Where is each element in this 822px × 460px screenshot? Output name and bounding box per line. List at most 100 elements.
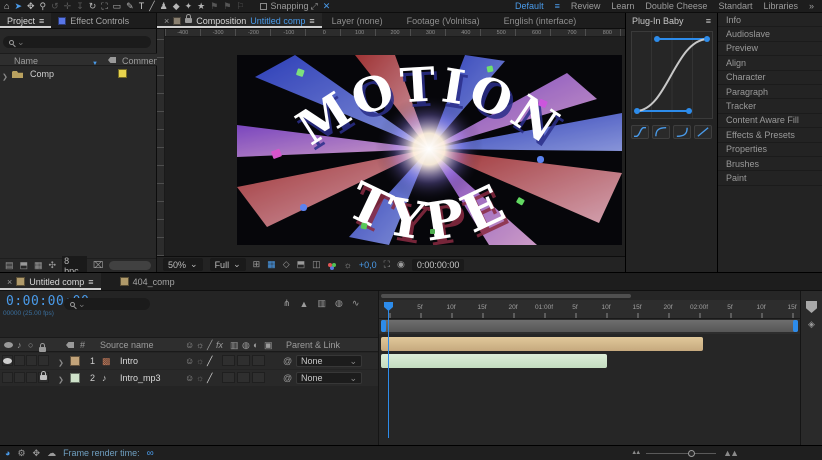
solo-toggle[interactable]	[26, 372, 37, 383]
quality-column-icon[interactable]	[207, 340, 212, 351]
tab-404-comp[interactable]: 404_comp	[113, 273, 182, 290]
mask-visibility-icon[interactable]	[283, 259, 290, 270]
color-settings-icon[interactable]	[49, 260, 57, 271]
switch-cell[interactable]	[222, 372, 235, 383]
close-icon[interactable]	[7, 277, 12, 287]
lock-toggle-icon[interactable]	[40, 358, 47, 363]
switch-cell[interactable]	[237, 355, 250, 366]
timeline-search[interactable]	[64, 298, 150, 310]
tool-icon[interactable]: ⚑	[210, 0, 218, 12]
viewer-tab-item[interactable]: English (interface)	[504, 16, 577, 26]
expander-icon[interactable]	[58, 357, 64, 367]
footage-interpret-icon[interactable]	[5, 260, 14, 271]
render-status-icon[interactable]	[5, 448, 10, 458]
collapse-toggle-icon[interactable]	[196, 373, 204, 383]
comp-mini-flowchart-icon[interactable]	[283, 298, 291, 309]
show-snapshot-icon[interactable]	[397, 259, 405, 270]
dock-panel-item[interactable]: Character	[718, 71, 822, 85]
region-of-interest-icon[interactable]	[297, 259, 306, 270]
linear-preset-button[interactable]	[694, 125, 712, 139]
dock-panel-item[interactable]: Paragraph	[718, 85, 822, 99]
ease-in-preset-button[interactable]	[673, 125, 691, 139]
lock-toggle-icon[interactable]	[40, 375, 47, 380]
expander-icon[interactable]	[58, 374, 64, 384]
label-column-icon[interactable]	[66, 342, 74, 348]
graph-editor-icon[interactable]	[352, 298, 360, 309]
shy-column-icon[interactable]	[185, 340, 194, 350]
switch-cell[interactable]	[252, 355, 265, 366]
transparency-grid-icon[interactable]	[267, 259, 276, 270]
dock-panel-item[interactable]: Audioslave	[718, 27, 822, 41]
workspace-item[interactable]: Review	[571, 1, 601, 11]
tool-icon[interactable]: ♟	[160, 0, 168, 12]
layer-label-swatch[interactable]	[70, 373, 80, 383]
layer-name[interactable]: Intro	[120, 356, 138, 366]
new-composition-icon[interactable]	[34, 260, 43, 271]
layer-row[interactable]: 1 ▩ Intro None	[0, 353, 378, 369]
dock-panel-item[interactable]: Brushes	[718, 157, 822, 171]
motion-blur-column-icon[interactable]	[242, 340, 250, 351]
dock-panel-item[interactable]: Paint	[718, 171, 822, 185]
collapse-toggle-icon[interactable]	[196, 356, 204, 366]
pickwhip-icon[interactable]	[283, 356, 292, 366]
scrollbar-thumb[interactable]	[381, 294, 631, 298]
source-name-column[interactable]: Source name	[100, 340, 154, 350]
eye-toggle-icon[interactable]	[3, 358, 12, 364]
dock-panel-item[interactable]: Info	[718, 13, 822, 27]
parent-dropdown[interactable]: None	[296, 355, 362, 367]
toolbar-icon[interactable]: ✕	[323, 0, 331, 12]
parent-link-column[interactable]: Parent & Link	[286, 340, 340, 350]
lock-icon[interactable]	[185, 18, 192, 23]
tool-icon[interactable]: ⚲	[40, 0, 47, 12]
switch-cell[interactable]	[252, 372, 265, 383]
layer-label-swatch[interactable]	[70, 356, 80, 366]
number-column[interactable]: #	[80, 340, 85, 350]
workspace-item[interactable]: Default	[515, 1, 544, 11]
dock-panel-item[interactable]: Align	[718, 56, 822, 70]
workspace-item[interactable]: ≡	[555, 1, 560, 11]
workspace-item[interactable]: Libraries	[763, 1, 798, 11]
grid-guides-icon[interactable]	[253, 259, 261, 270]
toolbar-icon[interactable]: ⤢	[311, 0, 318, 12]
parent-dropdown[interactable]: None	[296, 372, 362, 384]
tool-icon[interactable]: ↺	[51, 0, 59, 12]
zoom-in-mountain-icon[interactable]: ▲▲	[723, 448, 737, 458]
frame-blending-icon[interactable]	[317, 298, 326, 309]
time-ruler[interactable]: 0f5f10f15f20f01:00f5f10f15f20f02:00f5f10…	[379, 300, 800, 319]
audio-toggle[interactable]	[14, 355, 25, 366]
collapse-column-icon[interactable]	[196, 340, 204, 350]
item-name[interactable]: Comp	[30, 69, 54, 79]
tool-icon[interactable]: ✦	[185, 0, 193, 12]
sort-arrow-icon[interactable]	[92, 57, 98, 67]
label-color-swatch[interactable]	[118, 69, 127, 78]
project-item-row[interactable]: Comp	[0, 67, 157, 82]
panel-menu-icon[interactable]	[88, 277, 93, 287]
zoom-slider-knob[interactable]	[688, 450, 695, 457]
frame-blend-column-icon[interactable]	[230, 340, 239, 351]
draft-3d-icon[interactable]	[300, 299, 309, 309]
pickwhip-icon[interactable]	[283, 373, 292, 383]
tool-icon[interactable]: ✥	[27, 0, 35, 12]
adjustment-column-icon[interactable]	[253, 340, 258, 350]
layer-row[interactable]: 2 ♪ Intro_mp3 None	[0, 370, 378, 386]
comp-marker-icon[interactable]	[801, 319, 822, 330]
channel-icon[interactable]	[328, 263, 332, 267]
dock-panel-item[interactable]: Content Aware Fill	[718, 114, 822, 128]
quality-toggle-icon[interactable]	[207, 373, 212, 384]
workspace-item[interactable]: Double Cheese	[645, 1, 707, 11]
magnification-select[interactable]: 50%	[163, 258, 203, 271]
delete-icon[interactable]	[93, 260, 103, 271]
project-search[interactable]	[3, 36, 151, 48]
work-area-bar[interactable]	[381, 320, 798, 332]
layer-name[interactable]: Intro_mp3	[120, 373, 161, 383]
dock-panel-item[interactable]: Tracker	[718, 99, 822, 113]
viewer-tab-item[interactable]: Layer (none)	[332, 16, 383, 26]
tab-composition[interactable]: Composition Untitled comp	[157, 13, 322, 28]
snapping-control[interactable]: Snapping	[260, 1, 308, 11]
work-area-start-handle[interactable]	[381, 320, 386, 332]
pan-behind-icon[interactable]	[33, 448, 41, 459]
ease-in-out-preset-button[interactable]	[631, 125, 649, 139]
snapping-checkbox[interactable]	[260, 3, 267, 10]
tool-icon[interactable]: T	[139, 0, 145, 12]
resolution-select[interactable]: Full	[210, 258, 246, 271]
